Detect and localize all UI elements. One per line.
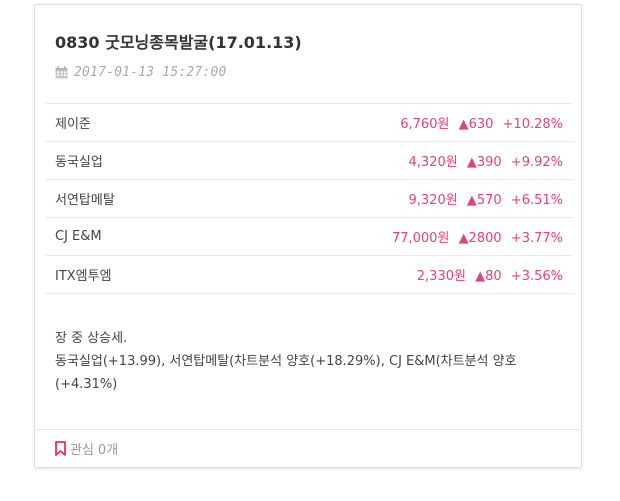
interest-label[interactable]: 관심 — [70, 439, 94, 458]
stock-price: 9,320원 — [408, 193, 458, 208]
stock-row[interactable]: 동국실업 4,320원 ▲390 +9.92% — [45, 142, 573, 180]
stock-change-percent: +3.77% — [510, 231, 563, 246]
stock-price: 77,000원 — [391, 231, 450, 246]
stock-name[interactable]: ITX엠투엠 — [55, 265, 112, 284]
date-row: 2017-01-13 15:27:00 — [55, 65, 227, 80]
stock-quote: 6,760원 ▲630 +10.28% — [400, 113, 563, 132]
stock-name[interactable]: 제이준 — [55, 113, 91, 132]
stock-price: 2,330원 — [416, 269, 466, 284]
stock-price: 4,320원 — [408, 155, 458, 170]
bookmark-icon[interactable] — [55, 441, 66, 456]
post-datetime: 2017-01-13 15:27:00 — [74, 65, 227, 80]
stock-row[interactable]: 서연탑메탈 9,320원 ▲570 +6.51% — [45, 180, 573, 218]
stock-change-percent: +3.56% — [510, 269, 563, 284]
calendar-icon — [55, 66, 68, 79]
stock-change-percent: +9.92% — [510, 155, 563, 170]
stock-quote: 77,000원 ▲2800 +3.77% — [392, 227, 563, 246]
interest-count: 0개 — [97, 443, 119, 458]
stock-list: 제이준 6,760원 ▲630 +10.28% 동국실업 4,320원 ▲390… — [45, 103, 573, 294]
summary-line: 동국실업(+13.99), 서연탑메탈(차트분석 양호(+18.29%), CJ… — [55, 354, 517, 392]
stock-row[interactable]: ITX엠투엠 2,330원 ▲80 +3.56% — [45, 256, 573, 294]
stock-name[interactable]: 서연탑메탈 — [55, 189, 115, 208]
card-footer: 관심 0개 — [35, 429, 581, 467]
stock-name[interactable]: 동국실업 — [55, 151, 103, 170]
stock-change: ▲80 — [475, 269, 502, 284]
stock-row[interactable]: 제이준 6,760원 ▲630 +10.28% — [45, 104, 573, 142]
stock-quote: 2,330원 ▲80 +3.56% — [417, 265, 563, 284]
stock-change: ▲390 — [466, 155, 502, 170]
stock-change-percent: +10.28% — [502, 117, 563, 132]
stock-price: 6,760원 — [400, 117, 450, 132]
stock-change: ▲2800 — [458, 231, 502, 246]
stock-name[interactable]: CJ E&M — [55, 229, 102, 244]
summary-text: 장 중 상승세. 동국실업(+13.99), 서연탑메탈(차트분석 양호(+18… — [55, 327, 570, 396]
stock-quote: 9,320원 ▲570 +6.51% — [409, 189, 563, 208]
stock-change-percent: +6.51% — [510, 193, 563, 208]
stock-row[interactable]: CJ E&M 77,000원 ▲2800 +3.77% — [45, 218, 573, 256]
card-title[interactable]: 0830 굿모닝종목발굴(17.01.13) — [55, 29, 302, 53]
stock-quote: 4,320원 ▲390 +9.92% — [409, 151, 563, 170]
summary-line: 장 중 상승세. — [55, 331, 128, 346]
stock-change: ▲630 — [458, 117, 494, 132]
news-card: 0830 굿모닝종목발굴(17.01.13) 2017-01-13 15:27:… — [34, 4, 582, 468]
stock-change: ▲570 — [466, 193, 502, 208]
